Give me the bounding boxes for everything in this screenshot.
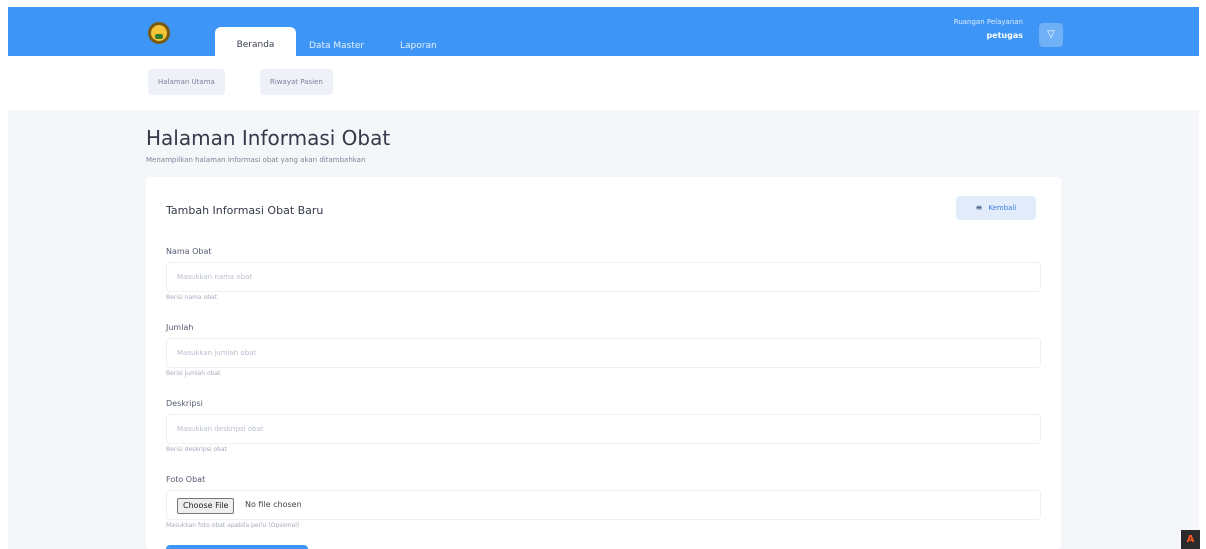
back-button[interactable]: ≡ Kembali <box>956 196 1036 220</box>
page-title: Halaman Informasi Obat <box>146 126 391 150</box>
corner-badge-icon[interactable]: A <box>1181 530 1200 549</box>
sub-navigation: Halaman Utama Riwayat Pasien <box>0 56 1206 110</box>
page-subtitle: Menampilkan halaman informasi obat yang … <box>146 156 366 164</box>
nama-obat-help: Berisi nama obat <box>166 294 218 301</box>
emblem-icon[interactable] <box>148 22 170 44</box>
back-button-label: Kembali <box>988 204 1017 212</box>
card-title: Tambah Informasi Obat Baru <box>166 204 324 217</box>
deskripsi-label: Deskripsi <box>166 399 203 408</box>
nav-tab-data-master[interactable]: Data Master <box>309 41 364 51</box>
file-status: No file chosen <box>245 500 302 509</box>
jumlah-label: Jumlah <box>166 323 194 332</box>
nama-obat-input[interactable] <box>166 262 1041 292</box>
jumlah-input[interactable] <box>166 338 1041 368</box>
submit-button[interactable] <box>166 545 308 549</box>
deskripsi-input[interactable] <box>166 414 1041 444</box>
nav-tab-laporan[interactable]: Laporan <box>400 41 437 51</box>
form-card: Tambah Informasi Obat Baru ≡ Kembali Nama… <box>146 177 1061 549</box>
user-role: Ruangan Pelayanan <box>953 18 1023 26</box>
nama-obat-label: Nama Obat <box>166 247 212 256</box>
list-icon: ≡ <box>975 203 983 212</box>
foto-obat-help: Masukkan foto obat apabila perlu (Opsion… <box>166 522 300 529</box>
user-menu-button[interactable]: ▽ <box>1039 23 1063 47</box>
deskripsi-help: Berisi deskripsi obat <box>166 446 227 453</box>
subnav-riwayat-pasien[interactable]: Riwayat Pasien <box>260 69 333 95</box>
file-input[interactable]: Choose File No file chosen <box>166 490 1041 520</box>
foto-obat-label: Foto Obat <box>166 475 206 484</box>
user-name: petugas <box>986 31 1023 40</box>
subnav-halaman-utama[interactable]: Halaman Utama <box>148 69 225 95</box>
top-navbar: Beranda Data Master Laporan Ruangan Pela… <box>8 7 1199 64</box>
choose-file-button[interactable]: Choose File <box>177 498 235 514</box>
jumlah-help: Berisi jumlah obat <box>166 370 221 377</box>
